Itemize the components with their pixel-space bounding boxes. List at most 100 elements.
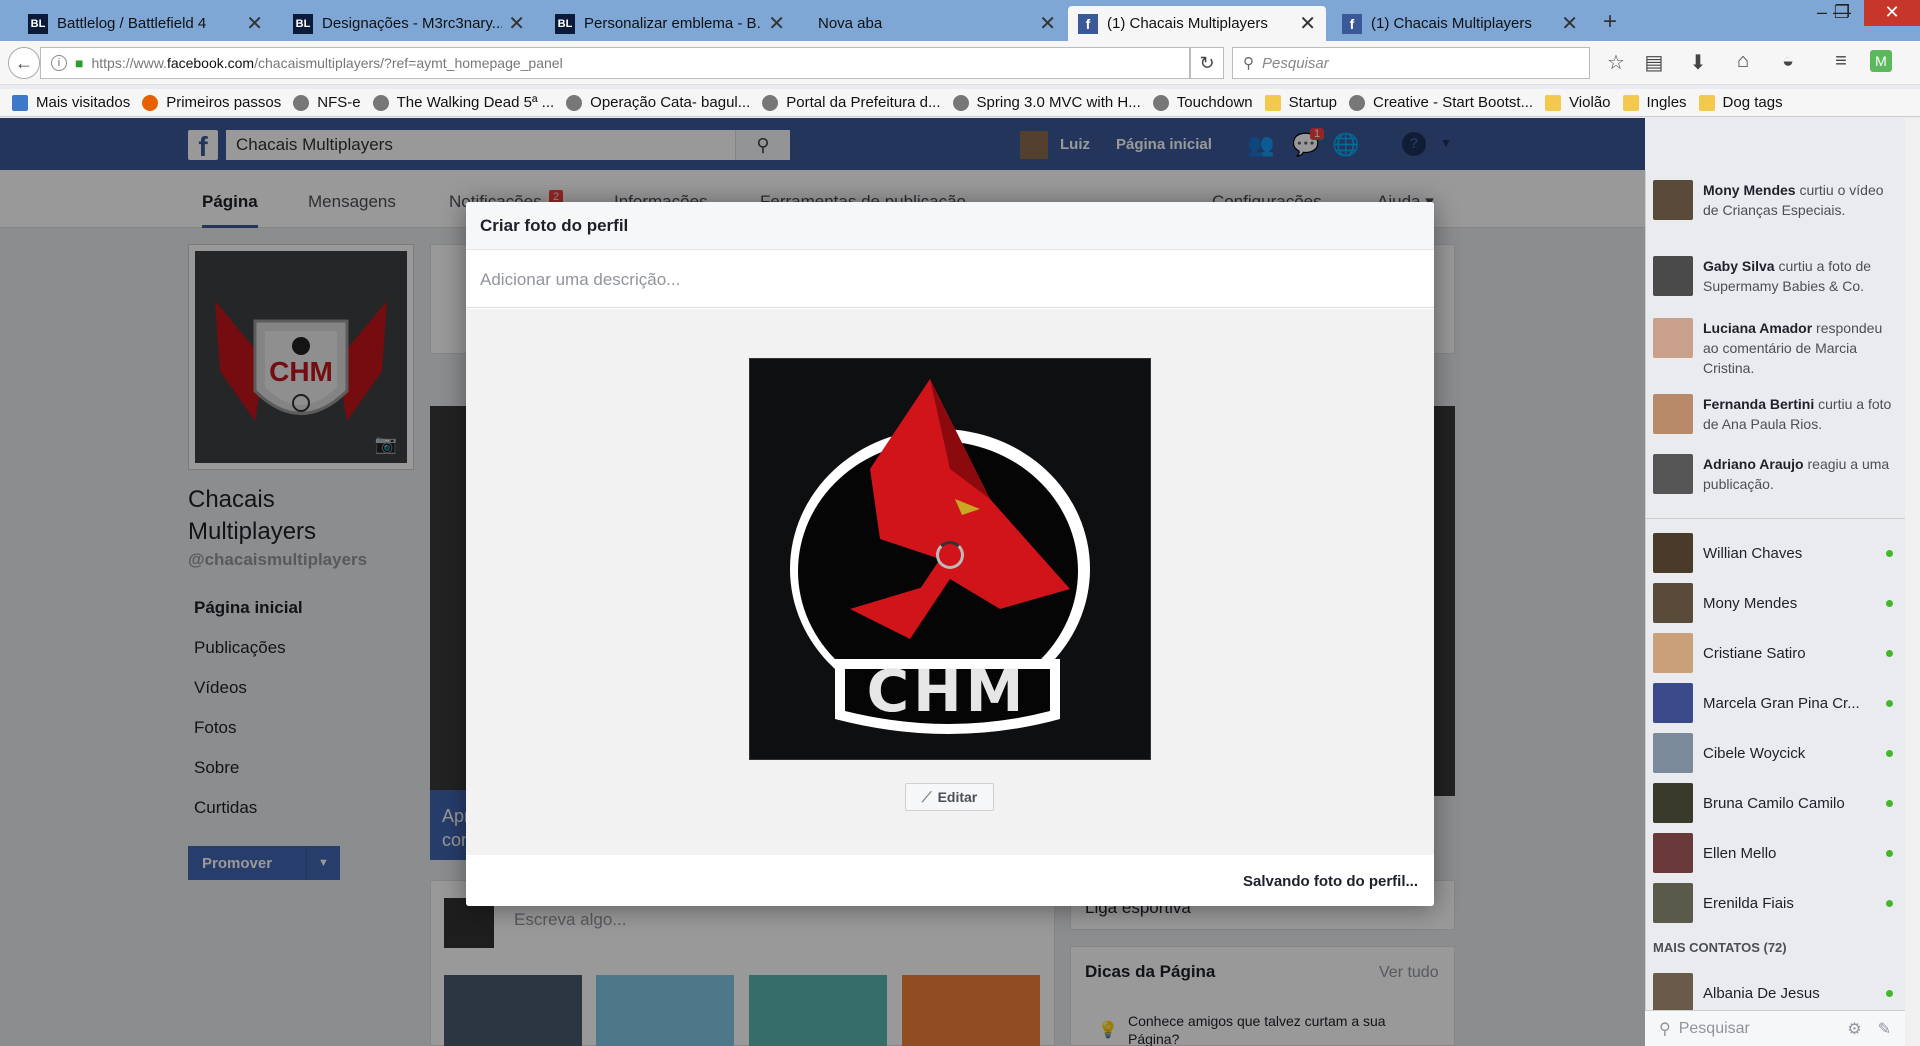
chat-contact[interactable]: Marcela Gran Pina Cr...: [1653, 683, 1893, 723]
avatar: [1653, 783, 1693, 823]
menu-icon[interactable]: ≡: [1828, 50, 1854, 73]
description-input[interactable]: Adicionar uma descrição...: [466, 252, 1434, 308]
online-indicator-icon: [1886, 799, 1893, 807]
bookmark-item[interactable]: Violão: [1545, 94, 1611, 111]
online-indicator-icon: [1886, 599, 1893, 607]
browser-tab[interactable]: f (1) Chacais Multiplayers ✕: [1068, 6, 1326, 41]
activity-item[interactable]: Fernanda Bertini curtiu a foto de Ana Pa…: [1653, 394, 1893, 434]
browser-tab[interactable]: BL Personalizar emblema - B... ✕: [545, 6, 795, 41]
chat-contact[interactable]: Mony Mendes: [1653, 583, 1893, 623]
browser-tab[interactable]: BL Battlelog / Battlefield 4 ✕: [18, 6, 273, 41]
contact-name: Cibele Woycick: [1703, 744, 1806, 762]
bookmark-label: Violão: [1569, 94, 1611, 111]
download-icon[interactable]: ⬇: [1685, 50, 1711, 75]
close-tab-icon[interactable]: ✕: [1039, 11, 1056, 36]
chat-settings-icon[interactable]: ⚙: [1847, 1019, 1861, 1039]
globe-icon: [1349, 94, 1366, 111]
chat-contact[interactable]: Cristiane Satiro: [1653, 633, 1893, 673]
bookmark-item[interactable]: Ingles: [1622, 94, 1687, 111]
new-tab-button[interactable]: +: [1603, 8, 1617, 36]
folder-icon: [1264, 94, 1281, 111]
bookmark-item[interactable]: NFS-e: [293, 94, 361, 111]
url-suffix: /chacaismultiplayers/?ref=aymt_homepage_…: [254, 55, 563, 71]
bookmark-item[interactable]: Portal da Prefeitura d...: [762, 94, 941, 111]
bookmark-item[interactable]: Dog tags: [1698, 94, 1783, 111]
activity-item[interactable]: Gaby Silva curtiu a foto de Supermamy Ba…: [1653, 256, 1893, 296]
chat-contact[interactable]: Albania De Jesus: [1653, 973, 1893, 1013]
info-icon[interactable]: i: [51, 55, 67, 71]
activity-item[interactable]: Adriano Araujo reagiu a uma publicação.: [1653, 454, 1893, 494]
home-icon[interactable]: ⌂: [1730, 50, 1756, 73]
photo-logo-text: CHM: [867, 657, 1028, 725]
reload-icon[interactable]: ↻: [1190, 47, 1224, 79]
close-tab-icon[interactable]: ✕: [1299, 11, 1316, 36]
browser-search-input[interactable]: ⚲ Pesquisar: [1232, 47, 1590, 79]
back-button[interactable]: ←: [8, 47, 40, 79]
globe-icon: [1152, 94, 1169, 111]
bookmark-label: Spring 3.0 MVC with H...: [976, 94, 1141, 111]
page-scrollbar[interactable]: [1905, 118, 1920, 1046]
bookmark-item[interactable]: Mais visitados: [12, 94, 130, 111]
bookmarks-bar: Mais visitados Primeiros passos NFS-e The W…: [0, 89, 1920, 117]
close-tab-icon[interactable]: ✕: [768, 11, 785, 36]
url-bar[interactable]: i ■ https://www. facebook.com/chacaismult…: [40, 47, 1190, 79]
close-tab-icon[interactable]: ✕: [246, 11, 263, 36]
edit-label: Editar: [937, 789, 978, 805]
avatar: [1653, 180, 1693, 220]
chat-contact[interactable]: Bruna Camilo Camilo: [1653, 783, 1893, 823]
firefox-icon: [142, 94, 159, 111]
close-tab-icon[interactable]: ✕: [508, 11, 525, 36]
reading-list-icon[interactable]: ▤: [1641, 50, 1667, 75]
chat-contact[interactable]: Cibele Woycick: [1653, 733, 1893, 773]
bookmark-label: Startup: [1288, 94, 1338, 111]
folder-icon: [1698, 94, 1715, 111]
browser-tab[interactable]: f (1) Chacais Multiplayers ✕: [1332, 6, 1588, 41]
browser-tab[interactable]: Nova aba ✕: [808, 6, 1066, 41]
bookmark-item[interactable]: Creative - Start Bootst...: [1349, 94, 1533, 111]
new-message-icon[interactable]: ✎: [1878, 1019, 1891, 1039]
avatar: [1653, 883, 1693, 923]
activity-text: Gaby Silva curtiu a foto de Supermamy Ba…: [1703, 256, 1893, 296]
bookmark-item[interactable]: Operação Cata- bagul...: [566, 94, 750, 111]
folder-icon: [1622, 94, 1639, 111]
lock-icon: ■: [75, 55, 84, 71]
browser-tab[interactable]: BL Designações - M3rc3nary... ✕: [283, 6, 535, 41]
bookmark-label: Mais visitados: [36, 94, 131, 111]
bookmark-label: Portal da Prefeitura d...: [786, 94, 941, 111]
contact-name: Willian Chaves: [1703, 544, 1803, 562]
saving-status: Salvando foto do perfil...: [1242, 872, 1418, 890]
maximize-button[interactable]: ❐: [1822, 0, 1862, 26]
bookmark-label: Creative - Start Bootst...: [1373, 94, 1534, 111]
bookmark-star-icon[interactable]: ☆: [1603, 50, 1629, 75]
activity-item[interactable]: Luciana Amador respondeu ao comentário d…: [1653, 318, 1893, 378]
browser-search-placeholder: Pesquisar: [1262, 54, 1329, 72]
edit-photo-button[interactable]: ⟋ Editar: [905, 783, 994, 811]
activity-item[interactable]: Mony Mendes curtiu o vídeo de Crianças E…: [1653, 180, 1893, 220]
chat-search-input[interactable]: ⚲ Pesquisar ⚙ ✎: [1645, 1010, 1905, 1046]
extension-icon[interactable]: M: [1870, 50, 1892, 72]
avatar: [1653, 256, 1693, 296]
pocket-icon[interactable]: ◒: [1775, 50, 1801, 73]
bookmark-item[interactable]: The Walking Dead 5ª ...: [372, 94, 554, 111]
globe-icon: [952, 94, 969, 111]
bookmark-label: Touchdown: [1176, 94, 1253, 111]
chat-contact[interactable]: Willian Chaves: [1653, 533, 1893, 573]
bookmark-item[interactable]: Touchdown: [1152, 94, 1253, 111]
avatar: [1653, 454, 1693, 494]
chat-contact[interactable]: Ellen Mello: [1653, 833, 1893, 873]
browser-tab-title: Personalizar emblema - B...: [584, 15, 763, 32]
bookmark-item[interactable]: Spring 3.0 MVC with H...: [952, 94, 1141, 111]
activity-text: Luciana Amador respondeu ao comentário d…: [1703, 318, 1893, 378]
facebook-icon: f: [1342, 13, 1362, 34]
avatar: [1653, 833, 1693, 873]
bookmark-item[interactable]: Startup: [1264, 94, 1338, 111]
bookmark-item[interactable]: Primeiros passos: [142, 94, 281, 111]
chat-search-icon: ⚲: [1659, 1020, 1671, 1038]
browser-tab-title: Nova aba: [818, 15, 883, 32]
close-window-button[interactable]: ✕: [1864, 0, 1920, 26]
chat-contact[interactable]: Erenilda Fiais: [1653, 883, 1893, 923]
magic-wand-icon: ⟋: [921, 788, 932, 805]
online-indicator-icon: [1886, 749, 1893, 757]
browser-tab-title: Designações - M3rc3nary...: [322, 15, 503, 32]
close-tab-icon[interactable]: ✕: [1561, 11, 1578, 36]
